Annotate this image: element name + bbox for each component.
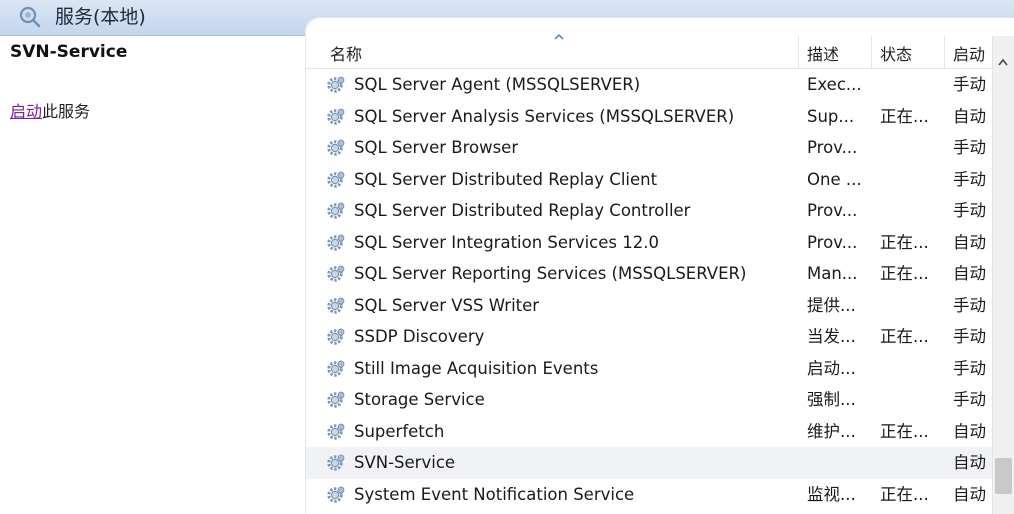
service-gear-icon (327, 234, 345, 251)
service-name-cell: SSDP Discovery (354, 327, 485, 346)
service-startup-type-cell: 自动 (953, 106, 986, 126)
service-name-cell: SQL Server Analysis Services (MSSQLSERVE… (354, 106, 735, 126)
service-gear-icon (327, 265, 345, 282)
sort-ascending-icon (554, 34, 564, 40)
service-gear-icon (327, 139, 345, 156)
service-gear-icon (327, 360, 345, 377)
column-divider[interactable] (798, 36, 799, 68)
service-description-cell: 监视... (807, 484, 856, 504)
service-row[interactable]: SQL Server Reporting Services (MSSQLSERV… (306, 258, 992, 290)
service-status-cell: 正在... (880, 327, 929, 346)
service-gear-icon (327, 202, 345, 219)
service-gear-icon (327, 486, 345, 503)
service-gear-icon (327, 171, 345, 188)
service-name-cell: SQL Server Agent (MSSQLSERVER) (354, 75, 641, 94)
service-row[interactable]: Superfetch 维护... 正在... 自动 (306, 416, 992, 448)
service-row[interactable]: System Event Notification Service 监视... 正在… (306, 479, 992, 511)
service-name-cell: SQL Server Reporting Services (MSSQLSERV… (354, 264, 747, 283)
service-row[interactable]: SQL Server Browser Prov... 手动 (306, 132, 992, 164)
column-header-description[interactable]: 描述 (807, 41, 839, 65)
service-row[interactable]: SQL Server Distributed Replay Client One … (306, 164, 992, 196)
vertical-scrollbar[interactable] (992, 36, 1014, 514)
service-description-cell: 维护... (807, 421, 856, 441)
page-title: 服务(本地) (55, 6, 146, 28)
service-description-cell: Sup... (807, 106, 855, 126)
service-row[interactable]: SVN-Service 自动 (306, 447, 992, 479)
service-description-cell: 提供... (807, 295, 856, 315)
service-startup-type-cell: 手动 (953, 138, 986, 157)
search-gear-icon (19, 6, 41, 28)
service-startup-type-cell: 自动 (953, 232, 986, 252)
service-startup-type-cell: 手动 (953, 358, 986, 378)
service-name-cell: Superfetch (354, 421, 445, 441)
service-name-cell: SQL Server Distributed Replay Controller (354, 201, 691, 220)
service-status-cell: 正在... (880, 264, 929, 283)
service-row[interactable]: SQL Server Analysis Services (MSSQLSERVE… (306, 101, 992, 133)
service-gear-icon (327, 328, 345, 345)
column-divider[interactable] (871, 36, 872, 68)
service-gear-icon (327, 391, 345, 408)
service-detail-pane: SVN-Service 启动此服务 (0, 36, 306, 514)
service-name-cell: System Event Notification Service (354, 484, 635, 504)
service-description-cell: Prov... (807, 201, 858, 220)
service-row[interactable]: SQL Server VSS Writer 提供... 手动 (306, 290, 992, 322)
service-name-cell: SVN-Service (354, 453, 456, 472)
selected-service-name: SVN-Service (10, 42, 128, 62)
service-status-cell: 正在... (880, 232, 929, 252)
service-startup-type-cell: 自动 (953, 264, 986, 283)
service-name-cell: SQL Server Browser (354, 138, 519, 157)
service-row[interactable]: SSDP Discovery 当发... 正在... 手动 (306, 321, 992, 353)
column-header-status[interactable]: 状态 (880, 41, 912, 65)
column-divider[interactable] (944, 36, 945, 68)
service-startup-type-cell: 手动 (953, 75, 986, 94)
column-header-startup-type[interactable]: 启动 (953, 41, 985, 65)
service-name-cell: Still Image Acquisition Events (354, 358, 599, 378)
service-startup-type-cell: 手动 (953, 169, 986, 189)
service-status-cell: 正在... (880, 421, 929, 441)
column-header-name[interactable]: 名称 (330, 41, 362, 65)
service-startup-type-cell: 自动 (953, 484, 986, 504)
service-row[interactable]: SQL Server Distributed Replay Controller… (306, 195, 992, 227)
service-name-cell: SQL Server VSS Writer (354, 295, 540, 315)
service-startup-type-cell: 手动 (953, 327, 986, 346)
service-name-cell: SQL Server Distributed Replay Client (354, 169, 658, 189)
service-gear-icon (327, 76, 345, 93)
service-gear-icon (327, 423, 345, 440)
service-description-cell: 启动... (807, 358, 856, 378)
service-gear-icon (327, 297, 345, 314)
service-startup-type-cell: 手动 (953, 295, 986, 315)
service-description-cell: 强制... (807, 390, 856, 409)
service-startup-type-cell: 手动 (953, 390, 986, 409)
start-service-action: 启动此服务 (10, 98, 90, 122)
service-description-cell: 当发... (807, 327, 856, 346)
service-description-cell: One ... (807, 169, 862, 189)
column-header-row: 名称 描述 状态 启动 (306, 34, 1014, 69)
service-name-cell: SQL Server Integration Services 12.0 (354, 232, 659, 252)
service-status-cell: 正在... (880, 106, 929, 126)
service-row[interactable]: SQL Server Integration Services 12.0 Prov… (306, 227, 992, 259)
start-service-label: 此服务 (42, 102, 91, 121)
service-startup-type-cell: 自动 (953, 421, 986, 441)
service-gear-icon (327, 454, 345, 471)
service-startup-type-cell: 自动 (953, 453, 986, 472)
scroll-up-arrow-icon[interactable] (998, 58, 1008, 66)
services-list-pane: 名称 描述 状态 启动 SQL Server Agent (MSSQLSERVE… (306, 18, 1014, 514)
start-service-link[interactable]: 启动 (10, 102, 42, 121)
service-row[interactable]: SQL Server Agent (MSSQLSERVER) Exec... 手动 (306, 69, 992, 101)
service-description-cell: Prov... (807, 232, 858, 252)
service-row[interactable]: Still Image Acquisition Events 启动... 手动 (306, 353, 992, 385)
service-row[interactable]: Storage Service 强制... 手动 (306, 384, 992, 416)
service-status-cell: 正在... (880, 484, 929, 504)
service-description-cell: Man... (807, 264, 858, 283)
services-list: SQL Server Agent (MSSQLSERVER) Exec... 手动 S… (306, 69, 992, 510)
service-startup-type-cell: 手动 (953, 201, 986, 220)
scrollbar-thumb[interactable] (995, 458, 1012, 494)
service-gear-icon (327, 108, 345, 125)
service-description-cell: Prov... (807, 138, 858, 157)
service-description-cell: Exec... (807, 75, 862, 94)
service-name-cell: Storage Service (354, 390, 485, 409)
